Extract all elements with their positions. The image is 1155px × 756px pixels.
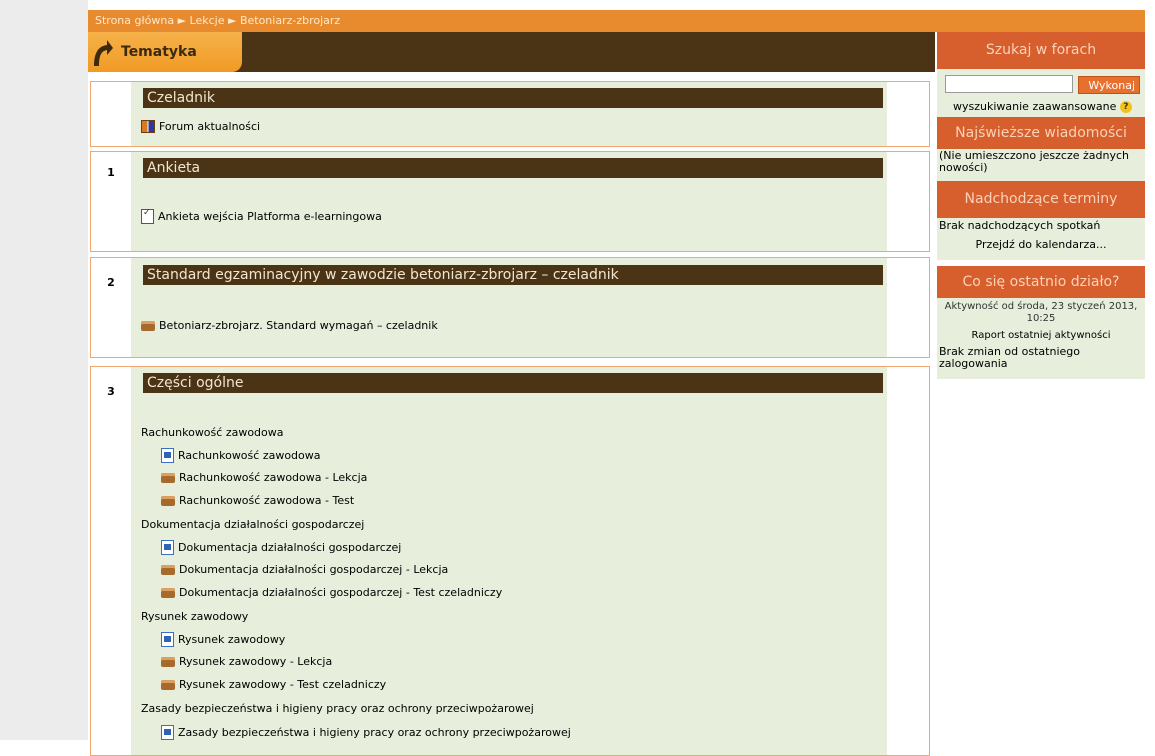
- search-button[interactable]: Wykonaj: [1078, 76, 1140, 94]
- activity-none-text: Brak zmian od ostatniego zalogowania: [939, 345, 1080, 370]
- survey-icon: [141, 208, 154, 224]
- section-0: Czeladnik Forum aktualności: [90, 81, 930, 147]
- events-none-text: Brak nadchodzących spotkań: [939, 219, 1101, 232]
- breadcrumb: Strona główna ► Lekcje ► Betoniarz-zbroj…: [88, 10, 1145, 32]
- section-2: 2 Standard egzaminacyjny w zawodzie beto…: [90, 257, 930, 358]
- breadcrumb-current: Betoniarz-zbrojarz: [239, 14, 341, 27]
- group-label: Dokumentacja działalności gospodarczej: [141, 518, 365, 531]
- breadcrumb-separator: ►: [227, 14, 237, 27]
- section-number: 1: [107, 166, 115, 179]
- lesson-icon: [161, 656, 175, 667]
- lesson-icon: [161, 472, 175, 483]
- news-empty-text: (Nie umieszczono jeszcze żadnych nowości…: [939, 149, 1130, 174]
- section-title: Części ogólne: [143, 373, 883, 393]
- activity-report-link[interactable]: Raport ostatniej aktywności: [939, 330, 1143, 342]
- section-title: Ankieta: [143, 158, 883, 178]
- standard-link[interactable]: Betoniarz-zbrojarz. Standard wymagań – c…: [141, 319, 438, 332]
- recent-activity-header: Co się ostatnio działo?: [937, 266, 1145, 298]
- advanced-search-link[interactable]: wyszukiwanie zaawansowane ?: [953, 100, 1132, 113]
- lesson-icon: [141, 320, 155, 331]
- right-gutter: [1145, 0, 1155, 740]
- resource-link[interactable]: Rysunek zawodowy: [161, 632, 285, 647]
- resource-link[interactable]: Rachunkowość zawodowa: [161, 448, 321, 463]
- lesson-label: Rysunek zawodowy - Lekcja: [179, 655, 333, 668]
- forum-label: Forum aktualności: [159, 120, 261, 133]
- section-number: 2: [107, 276, 115, 289]
- test-link[interactable]: Rysunek zawodowy - Test czeladniczy: [161, 678, 386, 691]
- lesson-link[interactable]: Rachunkowość zawodowa - Lekcja: [161, 471, 367, 484]
- left-gutter: [0, 0, 88, 740]
- calendar-link[interactable]: Przejdź do kalendarza...: [939, 237, 1143, 253]
- section-content: Standard egzaminacyjny w zawodzie betoni…: [131, 258, 887, 357]
- breadcrumb-lessons-link[interactable]: Lekcje: [190, 14, 225, 27]
- group-label: Rachunkowość zawodowa: [141, 426, 284, 439]
- events-body: Brak nadchodzących spotkań Przejdź do ka…: [937, 218, 1145, 260]
- search-forums-header: Szukaj w forach: [937, 32, 1145, 69]
- advanced-search-label: wyszukiwanie zaawansowane: [953, 100, 1117, 113]
- standard-label: Betoniarz-zbrojarz. Standard wymagań – c…: [159, 319, 438, 332]
- news-header: Najświeższe wiadomości: [937, 117, 1145, 149]
- breadcrumb-home-link[interactable]: Strona główna: [95, 14, 174, 27]
- resource-label: Zasady bezpieczeństwa i higieny pracy or…: [178, 726, 571, 739]
- section-content: Ankieta Ankieta wejścia Platforma e-lear…: [131, 152, 887, 251]
- section-title: Czeladnik: [143, 88, 883, 108]
- survey-link[interactable]: Ankieta wejścia Platforma e-learningowa: [141, 208, 382, 224]
- group-label: Zasady bezpieczeństwa i higieny pracy or…: [141, 702, 534, 715]
- forum-icon: [141, 120, 155, 133]
- breadcrumb-separator: ►: [177, 14, 187, 27]
- events-header: Nadchodzące terminy: [937, 181, 1145, 218]
- test-link[interactable]: Rachunkowość zawodowa - Test: [161, 494, 354, 507]
- topic-title: Tematyka: [121, 44, 197, 60]
- resource-link[interactable]: Zasady bezpieczeństwa i higieny pracy or…: [161, 725, 571, 740]
- resource-label: Rachunkowość zawodowa: [178, 449, 321, 462]
- lesson-label: Rachunkowość zawodowa - Lekcja: [179, 471, 368, 484]
- lesson-icon: [161, 495, 175, 506]
- test-label: Dokumentacja działalności gospodarczej -…: [179, 586, 503, 599]
- document-icon: [161, 725, 174, 740]
- lesson-icon: [161, 587, 175, 598]
- document-icon: [161, 448, 174, 463]
- group-label: Rysunek zawodowy: [141, 610, 249, 623]
- test-label: Rysunek zawodowy - Test czeladniczy: [179, 678, 387, 691]
- topic-header: Tematyka: [88, 32, 935, 72]
- forum-link[interactable]: Forum aktualności: [141, 120, 260, 133]
- lesson-link[interactable]: Dokumentacja działalności gospodarczej -…: [161, 563, 448, 576]
- document-icon: [161, 632, 174, 647]
- section-content: Części ogólne Rachunkowość zawodowa Rach…: [131, 367, 887, 755]
- help-icon[interactable]: ?: [1119, 101, 1132, 113]
- test-link[interactable]: Dokumentacja działalności gospodarczej -…: [161, 586, 502, 599]
- topic-tab: Tematyka: [88, 32, 242, 72]
- activity-since-text: Aktywność od środa, 23 styczeń 2013, 10:…: [944, 301, 1138, 324]
- lesson-label: Dokumentacja działalności gospodarczej -…: [179, 563, 449, 576]
- lesson-icon: [161, 564, 175, 575]
- search-input[interactable]: [945, 75, 1073, 93]
- lesson-icon: [161, 679, 175, 690]
- recent-activity-body: Aktywność od środa, 23 styczeń 2013, 10:…: [937, 298, 1145, 379]
- section-title: Standard egzaminacyjny w zawodzie betoni…: [143, 265, 883, 285]
- resource-label: Rysunek zawodowy: [178, 633, 286, 646]
- section-3: 3 Części ogólne Rachunkowość zawodowa Ra…: [90, 366, 930, 756]
- test-label: Rachunkowość zawodowa - Test: [179, 494, 355, 507]
- document-icon: [161, 540, 174, 555]
- lesson-link[interactable]: Rysunek zawodowy - Lekcja: [161, 655, 332, 668]
- section-1: 1 Ankieta Ankieta wejścia Platforma e-le…: [90, 151, 930, 252]
- curved-arrow-icon: [94, 40, 113, 66]
- resource-label: Dokumentacja działalności gospodarczej: [178, 541, 402, 554]
- resource-link[interactable]: Dokumentacja działalności gospodarczej: [161, 540, 401, 555]
- survey-label: Ankieta wejścia Platforma e-learningowa: [158, 210, 382, 223]
- section-number: 3: [107, 385, 115, 398]
- section-content: Czeladnik Forum aktualności: [131, 82, 887, 146]
